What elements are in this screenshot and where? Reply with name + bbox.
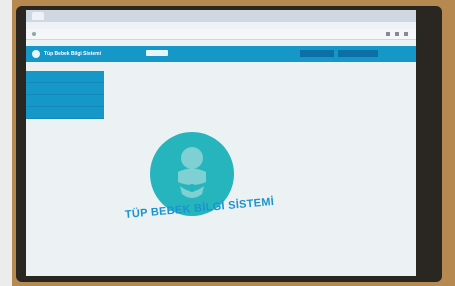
baby-logo-icon (32, 50, 40, 58)
sidebar-item-2[interactable] (26, 83, 104, 95)
header-button-2[interactable] (338, 50, 378, 57)
toolbar-icon[interactable] (404, 32, 408, 36)
page-margin (0, 0, 12, 286)
sidebar-item-1[interactable] (26, 71, 104, 83)
bookmarks-bar (26, 22, 416, 29)
browser-toolbar (386, 32, 416, 36)
header-search-input[interactable] (146, 50, 168, 56)
sidebar-item-3[interactable] (26, 95, 104, 107)
browser-tab[interactable] (32, 12, 44, 20)
toolbar-icon[interactable] (386, 32, 390, 36)
sidebar (26, 71, 104, 119)
header-button-1[interactable] (300, 50, 334, 57)
address-bar (26, 29, 416, 40)
toolbar-icon[interactable] (395, 32, 399, 36)
back-icon[interactable] (32, 32, 36, 36)
sidebar-item-4[interactable] (26, 107, 104, 119)
browser-titlebar (26, 10, 416, 22)
app-header: Tüp Bebek Bilgi Sistemi (26, 46, 416, 62)
app-title: Tüp Bebek Bilgi Sistemi (44, 51, 101, 57)
